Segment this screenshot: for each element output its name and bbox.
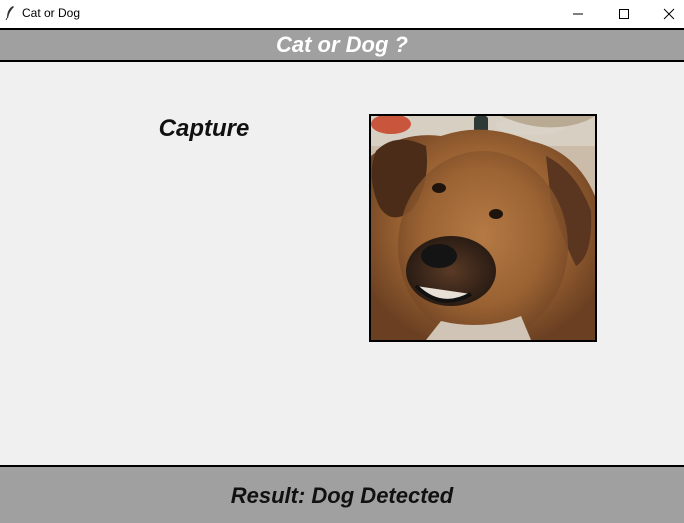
header-bar: Cat or Dog ? bbox=[0, 28, 684, 62]
result-bar: Result: Dog Detected bbox=[0, 465, 684, 523]
result-text: Result: Dog Detected bbox=[230, 483, 454, 508]
dog-photo bbox=[371, 116, 595, 340]
window-title: Cat or Dog bbox=[22, 6, 81, 20]
capture-button[interactable]: Capture bbox=[140, 112, 268, 146]
close-icon bbox=[663, 8, 675, 20]
app-window: Cat or Dog Cat or Dog ? Capture Result: … bbox=[0, 0, 684, 523]
close-button[interactable] bbox=[646, 0, 684, 28]
image-preview bbox=[369, 114, 597, 342]
page-title: Cat or Dog ? bbox=[276, 32, 408, 57]
feather-icon bbox=[5, 6, 14, 21]
minimize-icon bbox=[573, 13, 583, 15]
maximize-button[interactable] bbox=[601, 0, 647, 28]
maximize-icon bbox=[619, 9, 629, 19]
title-bar[interactable]: Cat or Dog bbox=[0, 0, 684, 28]
minimize-button[interactable] bbox=[555, 0, 601, 28]
